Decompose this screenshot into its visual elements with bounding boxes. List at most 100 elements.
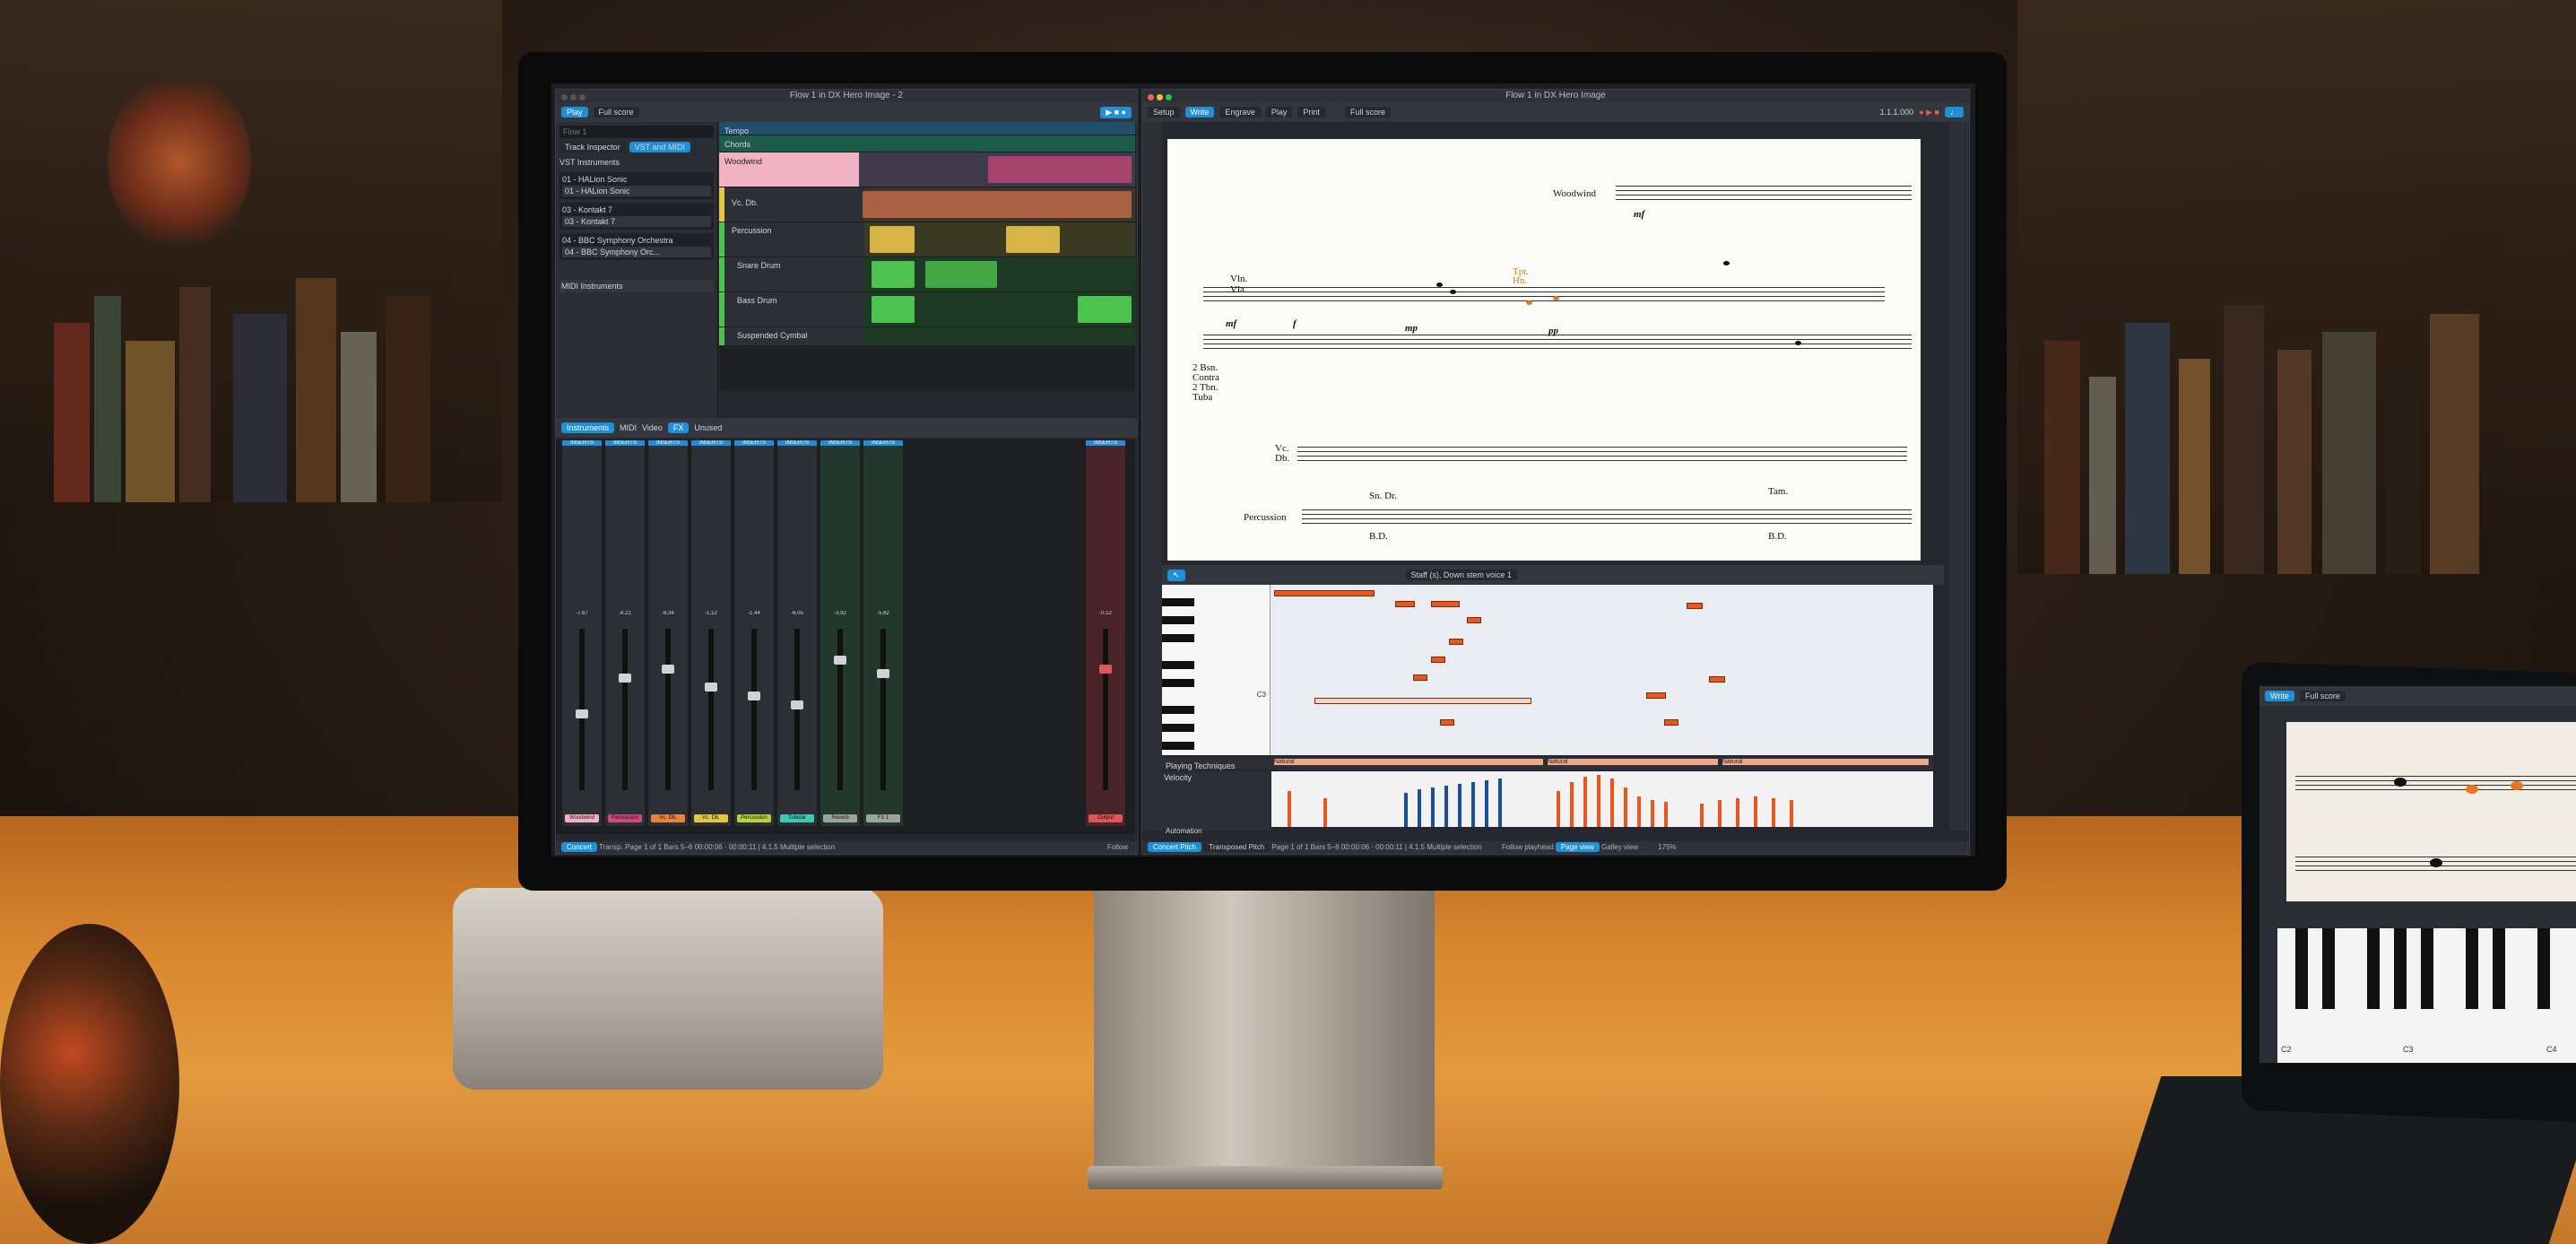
- ipad-mode[interactable]: Write: [2265, 691, 2294, 701]
- mode-write[interactable]: Write: [1184, 107, 1215, 117]
- notehead[interactable]: [2511, 781, 2523, 790]
- fader-cap[interactable]: [662, 665, 674, 674]
- mode-select[interactable]: Play: [561, 107, 588, 117]
- clip[interactable]: [1006, 226, 1060, 253]
- filter-midi[interactable]: MIDI: [620, 423, 637, 432]
- vst-item[interactable]: 01 - HALion Sonic 01 - HALion Sonic: [559, 172, 714, 199]
- notehead[interactable]: [2466, 785, 2478, 794]
- velocity-bar[interactable]: [1718, 800, 1722, 827]
- clip[interactable]: [870, 226, 915, 253]
- notehead[interactable]: [1450, 290, 1456, 294]
- notehead[interactable]: [1436, 283, 1443, 287]
- velocity-bar[interactable]: [1610, 779, 1614, 827]
- page-view-button[interactable]: Page view: [1555, 842, 1600, 852]
- velocity-bar[interactable]: [1444, 786, 1448, 827]
- filter-unused[interactable]: Unused: [694, 423, 722, 432]
- concert-pitch-button[interactable]: Concert: [561, 842, 598, 852]
- window-controls[interactable]: [561, 92, 588, 105]
- midi-note[interactable]: [1440, 719, 1454, 726]
- zoom-level[interactable]: 175%: [1658, 843, 1676, 851]
- fader-cap[interactable]: [748, 692, 760, 700]
- technique-natural[interactable]: Natural: [1548, 759, 1718, 765]
- fader-cap[interactable]: [877, 669, 889, 678]
- click-toggle[interactable]: ♩: [1945, 107, 1964, 117]
- follow-button[interactable]: Follow: [1107, 841, 1128, 854]
- transposed-pitch-button[interactable]: Transp.: [599, 843, 623, 851]
- velocity-bar[interactable]: [1431, 787, 1435, 827]
- notehead[interactable]: [2394, 778, 2407, 787]
- velocity-bar[interactable]: [1288, 791, 1291, 827]
- vst-item-preset[interactable]: 04 - BBC Symphony Orc...: [562, 247, 711, 257]
- fader-cap[interactable]: [791, 700, 803, 709]
- notehead[interactable]: [1553, 296, 1559, 300]
- score-page[interactable]: Woodwind Vln. Vla. 2 Bsn. Contra 2 Tbn. …: [1167, 139, 1921, 561]
- midi-note[interactable]: [1664, 719, 1678, 726]
- velocity-bar[interactable]: [1458, 784, 1461, 827]
- vst-item[interactable]: 03 - Kontakt 7 03 - Kontakt 7: [559, 203, 714, 230]
- clip[interactable]: [872, 296, 915, 323]
- filter-instruments[interactable]: Instruments: [561, 422, 615, 433]
- velocity-bar[interactable]: [1790, 800, 1793, 827]
- layout-select[interactable]: Full score: [1344, 107, 1391, 117]
- velocity-bar[interactable]: [1700, 804, 1704, 827]
- transposed-pitch-button[interactable]: Transposed Pitch: [1203, 842, 1271, 852]
- track-tempo[interactable]: Tempo: [719, 122, 1135, 135]
- ipad-piano[interactable]: C2 C3 C4: [2277, 928, 2576, 1063]
- fader-cap[interactable]: [576, 709, 588, 718]
- channel-strip[interactable]: INSERTS -8.21 Percussion: [604, 439, 646, 827]
- follow-playhead-button[interactable]: Follow playhead: [1502, 843, 1554, 851]
- vst-item-preset[interactable]: 03 - Kontakt 7: [562, 216, 711, 227]
- velocity-bar[interactable]: [1664, 802, 1668, 827]
- velocity-bar[interactable]: [1736, 798, 1739, 827]
- track-cymbal[interactable]: Suspended Cymbal: [719, 327, 1135, 346]
- automation-label[interactable]: Automation: [1166, 827, 1201, 835]
- filter-fx[interactable]: FX: [667, 422, 690, 433]
- channel-strip[interactable]: INSERTS -1.12 Vc. Db.: [690, 439, 732, 827]
- clip[interactable]: [872, 261, 915, 288]
- midi-note[interactable]: [1314, 698, 1531, 704]
- mode-play[interactable]: Play: [1265, 107, 1293, 117]
- transport-counter[interactable]: ▶ ■ ●: [1100, 106, 1132, 118]
- technique-natural[interactable]: Natural: [1274, 759, 1543, 765]
- window-controls[interactable]: [1148, 92, 1175, 105]
- tab-vst-midi[interactable]: VST and MIDI: [629, 142, 691, 152]
- channel-strip[interactable]: INSERTS -5.62 FX 1: [863, 439, 904, 827]
- velocity-bar[interactable]: [1651, 800, 1654, 827]
- ipad-view[interactable]: Full score: [2299, 691, 2346, 701]
- output-strip[interactable]: INSERTS -0.12 Output: [1085, 439, 1126, 827]
- track-bass-drum[interactable]: Bass Drum: [719, 292, 1135, 327]
- velocity-bar[interactable]: [1485, 780, 1488, 827]
- midi-note[interactable]: [1467, 617, 1481, 623]
- galley-view-button[interactable]: Galley view: [1601, 843, 1638, 851]
- velocity-bar[interactable]: [1624, 787, 1627, 827]
- vst-item-preset[interactable]: 01 - HALion Sonic: [562, 186, 711, 196]
- fader-cap[interactable]: [834, 656, 846, 665]
- velocity-bar[interactable]: [1498, 779, 1502, 827]
- mode-setup[interactable]: Setup: [1148, 107, 1180, 117]
- channel-strip[interactable]: INSERTS -3.92 Reverb: [820, 439, 861, 827]
- midi-note[interactable]: [1431, 601, 1460, 607]
- concert-pitch-button[interactable]: Concert Pitch: [1148, 842, 1202, 852]
- midi-note[interactable]: [1413, 674, 1427, 681]
- mode-engrave[interactable]: Engrave: [1219, 107, 1261, 117]
- midi-note[interactable]: [1274, 590, 1375, 596]
- notehead[interactable]: [1795, 341, 1801, 345]
- velocity-bar[interactable]: [1637, 796, 1641, 827]
- vst-item[interactable]: 04 - BBC Symphony Orchestra 04 - BBC Sym…: [559, 233, 714, 260]
- velocity-bar[interactable]: [1323, 798, 1327, 827]
- velocity-bar[interactable]: [1471, 782, 1475, 827]
- midi-note[interactable]: [1709, 676, 1725, 683]
- velocity-bar[interactable]: [1404, 793, 1408, 827]
- track-vc-db[interactable]: Vc. Db.: [719, 187, 1135, 222]
- clip[interactable]: [1078, 296, 1132, 323]
- track-percussion[interactable]: Percussion: [719, 222, 1135, 257]
- notehead[interactable]: [1723, 261, 1730, 265]
- view-select[interactable]: Full score: [593, 107, 639, 117]
- velocity-bar[interactable]: [1418, 789, 1421, 827]
- staff-selector[interactable]: Staff (s), Down stem voice 1: [1405, 570, 1517, 580]
- velocity-bar[interactable]: [1583, 777, 1587, 827]
- track-snare[interactable]: Snare Drum: [719, 257, 1135, 292]
- filter-input[interactable]: Flow 1: [559, 126, 714, 138]
- channel-strip[interactable]: INSERTS -1.44 Percussion: [733, 439, 775, 827]
- midi-header[interactable]: MIDI Instruments: [559, 280, 714, 292]
